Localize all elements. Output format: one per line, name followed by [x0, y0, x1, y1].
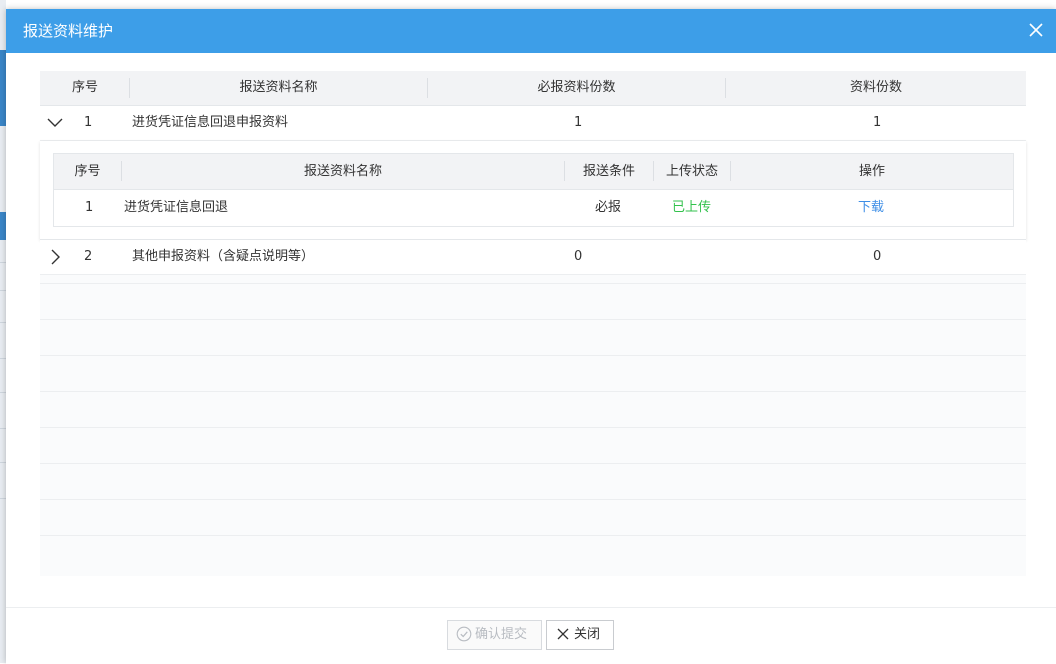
- empty-row: [40, 428, 1026, 464]
- empty-row: [40, 464, 1026, 500]
- dialog-title: 报送资料维护: [23, 22, 114, 40]
- header-count: 资料份数: [849, 80, 902, 95]
- check-circle-icon: [456, 626, 472, 642]
- detail-header: 序号 报送资料名称 报送条件 上传状态 操作: [54, 154, 1013, 190]
- close-icon: [557, 628, 569, 640]
- header-name: 报送资料名称: [239, 80, 318, 95]
- row-required-count: 1: [574, 115, 583, 130]
- empty-row: [40, 274, 1026, 284]
- expand-chevron-icon[interactable]: [46, 248, 64, 266]
- detail-header-index: 序号: [74, 164, 101, 179]
- empty-row: [40, 320, 1026, 356]
- confirm-submit-button[interactable]: 确认提交: [447, 620, 542, 650]
- detail-header-status: 上传状态: [665, 164, 718, 179]
- row-index: 1: [84, 115, 93, 130]
- empty-row: [40, 356, 1026, 392]
- row-count: 1: [873, 115, 882, 130]
- table-row[interactable]: 2 其他申报资料（含疑点说明等） 0 0: [40, 240, 1026, 275]
- close-button[interactable]: 关闭: [546, 620, 614, 650]
- detail-header-action: 操作: [858, 164, 885, 179]
- table-row[interactable]: 1 进货凭证信息回退申报资料 1 1: [40, 106, 1026, 141]
- header-index: 序号: [71, 80, 98, 95]
- materials-grid: 序号 报送资料名称 必报资料份数 资料份数 1 进货凭证信息回退申报资料 1 1…: [40, 71, 1026, 576]
- header-required-count: 必报资料份数: [537, 80, 616, 95]
- grid-header: 序号 报送资料名称 必报资料份数 资料份数: [40, 71, 1026, 106]
- row-count: 0: [873, 249, 882, 264]
- detail-header-condition: 报送条件: [582, 164, 635, 179]
- detail-row: 1 进货凭证信息回退 必报 已上传 下载: [54, 190, 1013, 226]
- empty-row: [40, 536, 1026, 571]
- row-required-count: 0: [574, 249, 583, 264]
- row-index: 2: [84, 249, 93, 264]
- detail-row-index: 1: [85, 200, 94, 215]
- detail-table: 序号 报送资料名称 报送条件 上传状态 操作 1 进货凭证信息回退 必报 已上传…: [53, 153, 1014, 227]
- empty-row: [40, 500, 1026, 536]
- row-detail-panel: 序号 报送资料名称 报送条件 上传状态 操作 1 进货凭证信息回退 必报 已上传…: [40, 141, 1026, 240]
- dialog-titlebar: 报送资料维护: [6, 9, 1056, 53]
- upload-status-badge: 已上传: [672, 200, 712, 215]
- download-link[interactable]: 下载: [858, 190, 884, 226]
- row-name: 进货凭证信息回退申报资料: [132, 115, 289, 130]
- dialog-footer: 确认提交 关闭: [6, 607, 1056, 664]
- empty-row: [40, 392, 1026, 428]
- materials-maintenance-dialog: 报送资料维护 序号 报送资料名称 必报资料份数 资料份数 1 进货凭证信息回退申…: [6, 9, 1056, 664]
- detail-header-name: 报送资料名称: [303, 164, 382, 179]
- close-button-label: 关闭: [574, 627, 601, 642]
- detail-row-condition: 必报: [595, 200, 622, 215]
- collapse-chevron-icon[interactable]: [46, 114, 64, 132]
- row-name: 其他申报资料（含疑点说明等）: [132, 249, 315, 264]
- close-icon[interactable]: [1026, 20, 1046, 40]
- detail-row-name: 进货凭证信息回退: [124, 200, 229, 215]
- confirm-submit-label: 确认提交: [475, 627, 528, 642]
- empty-row: [40, 284, 1026, 320]
